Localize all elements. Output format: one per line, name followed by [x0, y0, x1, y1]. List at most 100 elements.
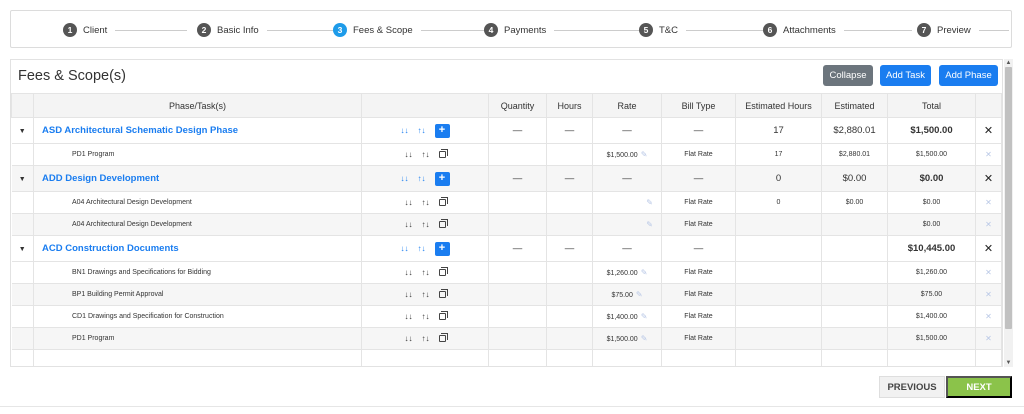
bill-type-cell: Flat Rate	[661, 213, 736, 236]
sort-down-icon[interactable]: ↓↓	[405, 150, 413, 159]
header-rate: Rate	[592, 93, 662, 118]
copy-icon[interactable]	[438, 149, 448, 158]
remove-task-icon[interactable]: ✕	[985, 290, 992, 299]
scroll-up-arrow-icon[interactable]: ▲	[1004, 59, 1013, 67]
sort-up-icon[interactable]: ↑↓	[422, 312, 430, 321]
edit-pencil-icon[interactable]: ✎	[636, 290, 643, 299]
sort-up-icon[interactable]: ↑↓	[422, 220, 430, 229]
bill-type-cell: Flat Rate	[661, 261, 736, 284]
collapse-caret-icon[interactable]: ▼	[19, 176, 26, 183]
sort-down-icon[interactable]: ↓↓	[405, 290, 413, 299]
phase-name[interactable]: ASD Architectural Schematic Design Phase	[33, 117, 362, 144]
hours-cell: —	[546, 235, 593, 262]
quantity-cell: —	[488, 165, 547, 192]
task-row: A04 Architectural Design Development ↓↓ …	[11, 191, 1002, 214]
edit-pencil-icon[interactable]: ✎	[641, 150, 648, 159]
step-connector	[115, 29, 188, 31]
phase-name[interactable]: ACD Construction Documents	[33, 235, 362, 262]
sort-down-icon[interactable]: ↓↓	[401, 126, 409, 135]
remove-phase-icon[interactable]: ✕	[984, 173, 993, 185]
sort-up-icon[interactable]: ↑↓	[418, 244, 426, 253]
edit-pencil-icon[interactable]: ✎	[646, 220, 653, 229]
estimated-cell: $0.00	[821, 165, 888, 192]
copy-icon[interactable]	[438, 311, 448, 320]
total-cell: $1,500.00	[887, 143, 976, 166]
copy-icon[interactable]	[438, 197, 448, 206]
phase-name[interactable]: ADD Design Development	[33, 165, 362, 192]
vertical-scrollbar[interactable]: ▲ ▼	[1004, 59, 1013, 367]
header-phase-task: Phase/Task(s)	[33, 93, 362, 118]
task-row: BN1 Drawings and Specifications for Bidd…	[11, 261, 1002, 284]
sort-down-icon[interactable]: ↓↓	[405, 268, 413, 277]
phase-row: ▼ ADD Design Development ↓↓ ↑↓ + — — — —…	[11, 165, 1002, 192]
add-task-icon[interactable]: +	[434, 241, 450, 256]
task-name: A04 Architectural Design Development	[33, 213, 362, 236]
bill-type-cell: Flat Rate	[661, 283, 736, 306]
scroll-down-arrow-icon[interactable]: ▼	[1004, 359, 1013, 367]
fees-scope-panel: Fees & Scope(s) Collapse Add Task Add Ph…	[10, 59, 1003, 367]
edit-pencil-icon[interactable]: ✎	[641, 268, 648, 277]
collapse-caret-icon[interactable]: ▼	[19, 246, 26, 253]
copy-icon[interactable]	[438, 267, 448, 276]
fees-table: Phase/Task(s) Quantity Hours Rate Bill T…	[11, 93, 1002, 366]
add-task-icon[interactable]: +	[434, 171, 450, 186]
estimated-hours-cell: 17	[735, 117, 822, 144]
remove-phase-icon[interactable]: ✕	[984, 125, 993, 137]
edit-pencil-icon[interactable]: ✎	[641, 334, 648, 343]
remove-task-icon[interactable]: ✕	[985, 150, 992, 159]
step-basic-info[interactable]: 2 Basic Info	[197, 21, 335, 39]
sort-up-icon[interactable]: ↑↓	[422, 334, 430, 343]
estimated-cell: $0.00	[821, 191, 888, 214]
sort-up-icon[interactable]: ↑↓	[422, 198, 430, 207]
step-preview[interactable]: 7 Preview	[917, 21, 1009, 39]
next-button[interactable]: NEXT	[946, 376, 1012, 398]
step-connector	[420, 29, 487, 31]
sort-down-icon[interactable]: ↓↓	[401, 174, 409, 183]
sort-up-icon[interactable]: ↑↓	[422, 290, 430, 299]
step-payments[interactable]: 4 Payments	[484, 21, 641, 39]
sort-up-icon[interactable]: ↑↓	[418, 174, 426, 183]
sort-down-icon[interactable]: ↓↓	[405, 312, 413, 321]
copy-icon[interactable]	[438, 219, 448, 228]
bill-type-cell: Flat Rate	[661, 191, 736, 214]
copy-icon[interactable]	[438, 333, 448, 342]
table-header: Phase/Task(s) Quantity Hours Rate Bill T…	[11, 93, 1002, 118]
step-number: 4	[484, 23, 498, 37]
add-task-icon[interactable]: +	[434, 123, 450, 138]
remove-task-icon[interactable]: ✕	[985, 312, 992, 321]
step-client[interactable]: 1 Client	[63, 21, 188, 39]
estimated-hours-cell: 17	[735, 143, 822, 166]
sort-up-icon[interactable]: ↑↓	[422, 150, 430, 159]
remove-task-icon[interactable]: ✕	[985, 220, 992, 229]
collapse-caret-icon[interactable]: ▼	[19, 128, 26, 135]
sort-down-icon[interactable]: ↓↓	[405, 334, 413, 343]
collapse-button[interactable]: Collapse	[823, 65, 873, 86]
bill-type-cell: Flat Rate	[661, 327, 736, 350]
add-task-button[interactable]: Add Task	[880, 65, 931, 86]
rate-cell: $1,260.00	[606, 270, 638, 277]
sort-up-icon[interactable]: ↑↓	[422, 268, 430, 277]
previous-button[interactable]: PREVIOUS	[879, 376, 945, 398]
remove-phase-icon[interactable]: ✕	[984, 243, 993, 255]
remove-task-icon[interactable]: ✕	[985, 268, 992, 277]
step-fees-scope[interactable]: 3 Fees & Scope	[333, 21, 487, 39]
estimated-cell: $2,880.01	[821, 117, 888, 144]
sort-down-icon[interactable]: ↓↓	[401, 244, 409, 253]
total-cell: $1,400.00	[887, 305, 976, 328]
step-tc[interactable]: 5 T&C	[639, 21, 772, 39]
edit-pencil-icon[interactable]: ✎	[641, 312, 648, 321]
step-label: Payments	[504, 24, 547, 36]
copy-icon[interactable]	[438, 289, 448, 298]
task-row: PD1 Program ↓↓ ↑↓ $1,500.00 ✎ Flat Rate 1…	[11, 143, 1002, 166]
sort-down-icon[interactable]: ↓↓	[405, 198, 413, 207]
remove-task-icon[interactable]: ✕	[985, 198, 992, 207]
step-attachments[interactable]: 6 Attachments	[763, 21, 912, 39]
edit-pencil-icon[interactable]: ✎	[646, 198, 653, 207]
scroll-thumb[interactable]	[1005, 67, 1012, 329]
phase-row: ▼ ASD Architectural Schematic Design Pha…	[11, 117, 1002, 144]
remove-task-icon[interactable]: ✕	[985, 334, 992, 343]
add-phase-button[interactable]: Add Phase	[939, 65, 998, 86]
rate-cell: $1,500.00	[606, 336, 638, 343]
sort-down-icon[interactable]: ↓↓	[405, 220, 413, 229]
sort-up-icon[interactable]: ↑↓	[418, 126, 426, 135]
